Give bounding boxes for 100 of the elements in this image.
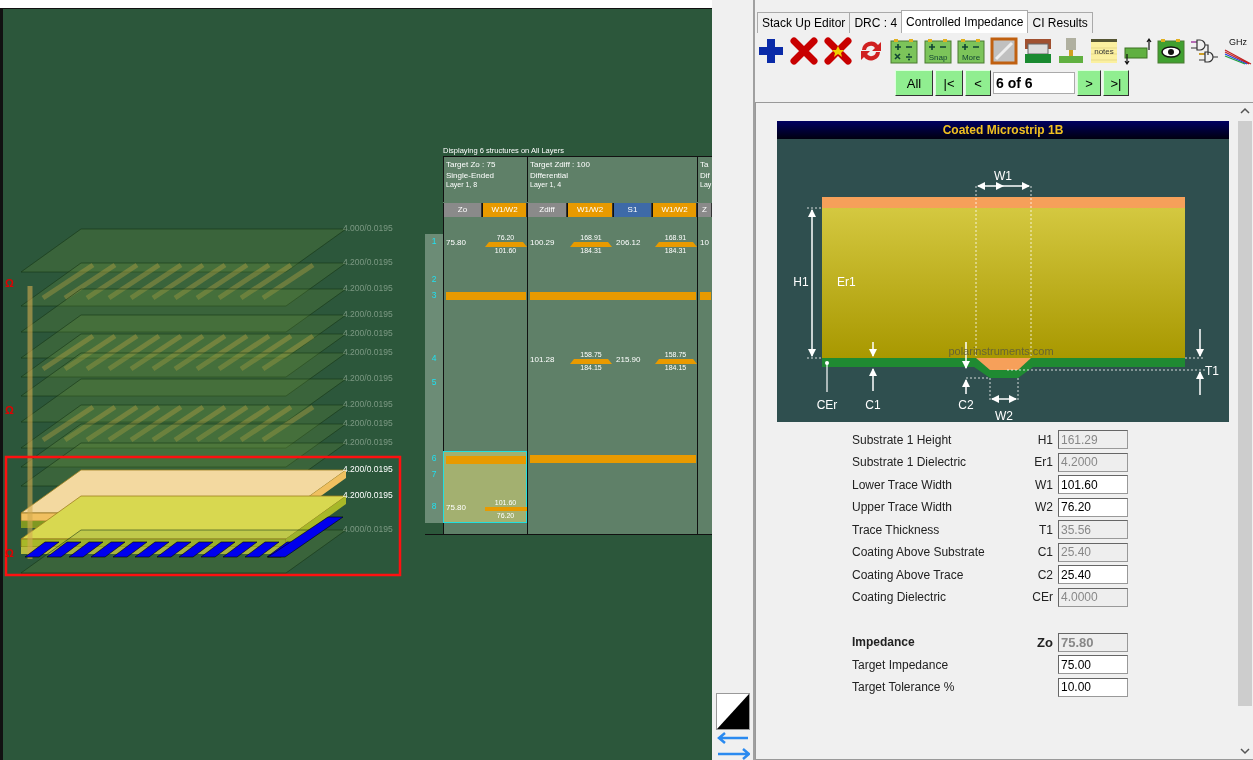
layer-number: 4 <box>425 351 443 375</box>
layer-number: 8 <box>425 499 443 523</box>
parameter-label: Trace Thickness <box>852 522 941 537</box>
calculator-icon[interactable] <box>889 36 920 66</box>
group-target: Ta <box>700 159 710 170</box>
layer-dielectric-label: 4.000/0.0195 <box>343 223 393 233</box>
tab[interactable]: Stack Up Editor <box>757 12 851 33</box>
value-field[interactable]: 10.00 <box>1058 677 1128 697</box>
table-cell-text: 206.12 <box>615 238 641 248</box>
show-all-button[interactable]: All <box>895 70 933 96</box>
group-type: Dif <box>700 170 710 181</box>
layer-dielectric-label: 4.200/0.0195 <box>343 347 393 357</box>
dimension-label: W2 <box>995 409 1013 422</box>
impedance-marker: Ω <box>5 404 14 416</box>
group-target: Target Zo : 75 <box>446 159 497 170</box>
scroll-down-icon[interactable] <box>1240 748 1250 755</box>
layer-dielectric-label: 4.000/0.0195 <box>343 524 393 534</box>
parameter-symbol: T1 <box>1038 522 1053 537</box>
dimension-arrow <box>869 368 877 392</box>
layer-dielectric-label: 4.200/0.0195 <box>343 257 393 267</box>
column-header: S1 <box>613 203 652 217</box>
layer-dielectric-label: 4.200/0.0195 <box>343 399 393 409</box>
first-button[interactable]: |< <box>935 70 963 96</box>
result-label: Target Impedance <box>852 657 950 672</box>
parameter-symbol: H1 <box>1036 432 1053 447</box>
column-header: W1/W2 <box>567 203 613 217</box>
notes-icon[interactable]: notes <box>1089 36 1120 66</box>
dimension-label: T1 <box>1205 364 1219 378</box>
logic-gate-icon[interactable] <box>1189 36 1220 66</box>
parameter-symbol: Er1 <box>1033 455 1053 469</box>
column-header: Zo <box>443 203 482 217</box>
impedance-marker: Ω <box>5 277 14 289</box>
column-header: W1/W2 <box>652 203 697 217</box>
value-field[interactable]: 76.20 <box>1058 497 1128 517</box>
value-field[interactable]: 101.60 <box>1058 475 1128 494</box>
tab[interactable]: Controlled Impedance <box>901 10 1029 33</box>
scroll-up-icon[interactable] <box>1240 107 1250 114</box>
dimension-label: C2 <box>958 398 974 412</box>
dimension-arrow <box>825 361 829 393</box>
column-header: Zdiff <box>527 203 567 217</box>
table-cell-text: 101.28 <box>529 355 555 365</box>
layer-arrows-icon[interactable] <box>1122 36 1153 66</box>
tab[interactable]: CI Results <box>1027 12 1093 33</box>
table-cell-text: 100.29 <box>529 238 555 248</box>
structure-cell[interactable] <box>443 288 527 351</box>
layer-number: 1 <box>425 234 443 272</box>
layer-dielectric-label: 4.200/0.0195 <box>343 309 393 319</box>
cross-icon[interactable] <box>789 36 820 66</box>
table-cell-text: 75.80 <box>445 503 467 513</box>
selected-structure-cell[interactable] <box>443 451 527 467</box>
layer-number: 2 <box>425 272 443 288</box>
dimension-label: Er1 <box>837 275 856 289</box>
parameter-label: Coating Above Trace <box>852 567 965 582</box>
structure-cell[interactable] <box>527 288 697 351</box>
layer-number: 6 <box>425 451 443 467</box>
dimension-arrow <box>1196 371 1204 396</box>
result-label: Target Tolerance % <box>852 680 956 694</box>
board-icon[interactable] <box>1022 36 1053 66</box>
parameter-symbol: C2 <box>1036 567 1053 582</box>
layer-dielectric-label: 4.200/0.0195 <box>343 328 393 338</box>
dimension-label: CEr <box>816 398 838 412</box>
parameter-label: Coating Dielectric <box>852 590 948 604</box>
layer-number: 7 <box>425 467 443 499</box>
layer-dielectric-label: 4.200/0.0195 <box>343 373 393 383</box>
parameter-label: Upper Trace Width <box>852 500 954 514</box>
layer-dielectric-label: 4.200/0.0195 <box>343 490 393 500</box>
last-button[interactable]: >| <box>1103 70 1129 96</box>
table-cell-text: 215.90 <box>615 355 641 365</box>
cross-star-icon[interactable] <box>822 36 853 66</box>
scrollbar-thumb[interactable] <box>1238 121 1252 706</box>
parameter-label: Substrate 1 Dielectric <box>852 455 968 469</box>
parameter-symbol: W2 <box>1034 500 1053 514</box>
plane-bar <box>700 292 711 300</box>
structure-title: Coated Microstrip 1B <box>777 121 1229 139</box>
value-field[interactable]: 25.40 <box>1058 565 1128 584</box>
dimension-label: H1 <box>793 275 809 289</box>
layer-dielectric-label: 4.200/0.0195 <box>343 418 393 428</box>
parameter-symbol: C1 <box>1036 545 1053 559</box>
table-cell-text: 10 <box>699 238 709 248</box>
layer-dielectric-label: 4.200/0.0195 <box>343 283 393 293</box>
contrast-icon[interactable] <box>715 693 750 730</box>
structure-cell[interactable] <box>527 451 697 467</box>
eye-icon[interactable] <box>1156 36 1187 66</box>
dimension-arrow <box>962 379 970 395</box>
layer-number: 3 <box>425 288 443 351</box>
value-field[interactable]: 75.00 <box>1058 655 1128 674</box>
dimension-arrow <box>1196 328 1204 357</box>
previous-button[interactable]: < <box>965 70 991 96</box>
frame-icon[interactable] <box>989 36 1020 66</box>
group-type: Single-Ended <box>446 170 496 181</box>
parameter-label: Lower Trace Width <box>852 477 954 492</box>
dimension-label: W1 <box>994 169 1012 183</box>
parameter-label: Substrate 1 Height <box>852 432 953 447</box>
dimension-label: C1 <box>865 398 881 412</box>
selected-structure-cell[interactable] <box>443 467 527 499</box>
position-field[interactable]: 6 of 6 <box>993 72 1075 94</box>
group-type: Differential <box>530 170 570 181</box>
column-header: W1/W2 <box>482 203 527 217</box>
layer-number: 5 <box>425 375 443 451</box>
next-button[interactable]: > <box>1077 70 1101 96</box>
